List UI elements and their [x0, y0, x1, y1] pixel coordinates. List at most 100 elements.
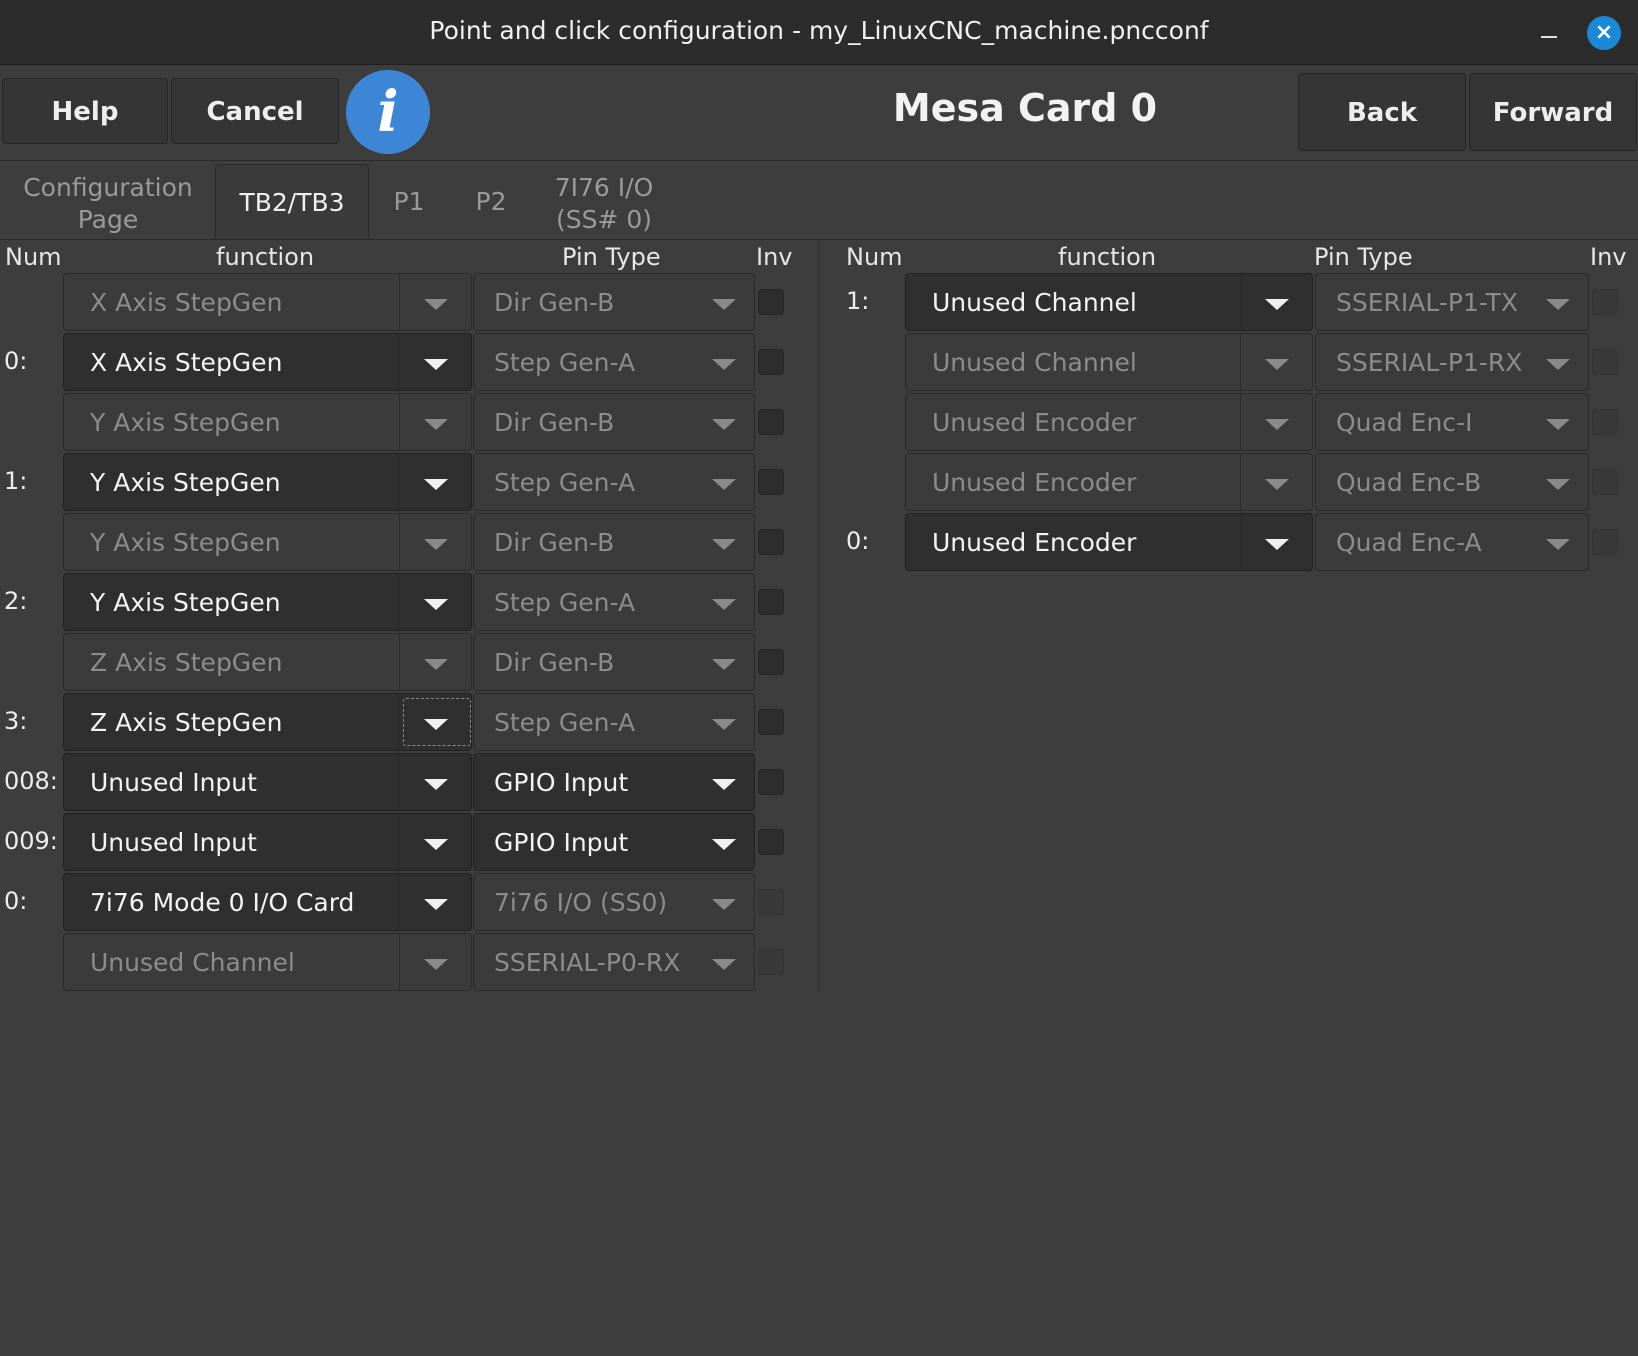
chevron-down-icon[interactable]	[712, 479, 736, 490]
invert-checkbox[interactable]	[758, 589, 784, 615]
tab-p2[interactable]: P2	[460, 164, 522, 239]
pin-type-combobox[interactable]: Dir Gen-B	[473, 273, 755, 331]
chevron-down-icon[interactable]	[712, 839, 736, 850]
chevron-down-icon[interactable]	[1546, 359, 1570, 370]
forward-button[interactable]: Forward	[1469, 73, 1637, 151]
chevron-down-icon[interactable]	[712, 719, 736, 730]
invert-checkbox[interactable]	[758, 709, 784, 735]
pin-type-combobox[interactable]: SSERIAL-P1-RX	[1315, 333, 1589, 391]
chevron-down-icon[interactable]	[712, 599, 736, 610]
pin-type-combobox[interactable]: Step Gen-A	[473, 453, 755, 511]
chevron-down-icon[interactable]	[424, 779, 448, 790]
invert-checkbox[interactable]	[1592, 289, 1618, 315]
invert-checkbox[interactable]	[1592, 469, 1618, 495]
function-combobox[interactable]: Y Axis StepGen	[63, 393, 472, 451]
invert-checkbox[interactable]	[1592, 529, 1618, 555]
chevron-down-icon[interactable]	[1265, 419, 1289, 430]
pin-type-combobox[interactable]: Dir Gen-B	[473, 393, 755, 451]
chevron-down-icon[interactable]	[424, 719, 448, 730]
pin-type-combobox[interactable]: GPIO Input	[473, 753, 755, 811]
pin-type-combobox[interactable]: Quad Enc-B	[1315, 453, 1589, 511]
function-combobox[interactable]: Unused Input	[63, 753, 472, 811]
function-combobox[interactable]: 7i76 Mode 0 I/O Card	[63, 873, 472, 931]
pin-type-combobox[interactable]: SSERIAL-P1-TX	[1315, 273, 1589, 331]
chevron-down-icon[interactable]	[424, 959, 448, 970]
chevron-down-icon[interactable]	[712, 899, 736, 910]
tab-tb2-tb3[interactable]: TB2/TB3	[215, 164, 369, 239]
close-icon[interactable]: ×	[1587, 16, 1621, 50]
pin-type-combobox[interactable]: Dir Gen-B	[473, 513, 755, 571]
function-combobox[interactable]: Z Axis StepGen	[63, 633, 472, 691]
chevron-down-icon[interactable]	[712, 359, 736, 370]
invert-checkbox[interactable]	[758, 889, 784, 915]
invert-checkbox[interactable]	[758, 649, 784, 675]
back-button[interactable]: Back	[1298, 73, 1466, 151]
pin-type-combobox[interactable]: Step Gen-A	[473, 573, 755, 631]
function-combobox[interactable]: Z Axis StepGen	[63, 693, 472, 751]
chevron-down-icon[interactable]	[712, 779, 736, 790]
invert-checkbox[interactable]	[758, 349, 784, 375]
function-combobox[interactable]: Unused Encoder	[905, 513, 1313, 571]
chevron-down-icon[interactable]	[424, 299, 448, 310]
invert-checkbox[interactable]	[758, 409, 784, 435]
chevron-down-icon[interactable]	[1546, 479, 1570, 490]
combo-separator	[399, 394, 400, 450]
pin-type-combobox[interactable]: SSERIAL-P0-RX	[473, 933, 755, 991]
function-combobox[interactable]: Unused Channel	[905, 273, 1313, 331]
chevron-down-icon[interactable]	[712, 959, 736, 970]
invert-checkbox[interactable]	[758, 769, 784, 795]
pin-type-combobox[interactable]: Step Gen-A	[473, 333, 755, 391]
chevron-down-icon[interactable]	[424, 599, 448, 610]
invert-checkbox[interactable]	[1592, 349, 1618, 375]
chevron-down-icon[interactable]	[424, 419, 448, 430]
chevron-down-icon[interactable]	[712, 299, 736, 310]
cancel-button[interactable]: Cancel	[171, 78, 339, 144]
function-combobox[interactable]: Y Axis StepGen	[63, 453, 472, 511]
chevron-down-icon[interactable]	[1546, 419, 1570, 430]
chevron-down-icon[interactable]	[424, 899, 448, 910]
chevron-down-icon[interactable]	[712, 419, 736, 430]
chevron-down-icon[interactable]	[1265, 539, 1289, 550]
chevron-down-icon[interactable]	[1265, 479, 1289, 490]
invert-checkbox[interactable]	[1592, 409, 1618, 435]
chevron-down-icon[interactable]	[1265, 359, 1289, 370]
tab-configuration-page[interactable]: Configuration Page	[8, 164, 208, 239]
invert-checkbox[interactable]	[758, 289, 784, 315]
pin-type-combobox[interactable]: Dir Gen-B	[473, 633, 755, 691]
function-combobox[interactable]: Unused Encoder	[905, 393, 1313, 451]
minimize-icon[interactable]	[1536, 16, 1562, 42]
pin-type-combobox[interactable]: 7i76 I/O (SS0)	[473, 873, 755, 931]
function-combobox[interactable]: X Axis StepGen	[63, 273, 472, 331]
chevron-down-icon[interactable]	[712, 539, 736, 550]
combo-separator	[399, 874, 400, 930]
function-combobox[interactable]: Unused Encoder	[905, 453, 1313, 511]
function-combobox[interactable]: Y Axis StepGen	[63, 513, 472, 571]
chevron-down-icon[interactable]	[424, 839, 448, 850]
chevron-down-icon[interactable]	[424, 539, 448, 550]
invert-checkbox[interactable]	[758, 529, 784, 555]
invert-checkbox[interactable]	[758, 829, 784, 855]
function-combobox[interactable]: Unused Channel	[905, 333, 1313, 391]
pin-type-combobox[interactable]: Step Gen-A	[473, 693, 755, 751]
chevron-down-icon[interactable]	[424, 359, 448, 370]
chevron-down-icon[interactable]	[712, 659, 736, 670]
function-combobox[interactable]: Unused Channel	[63, 933, 472, 991]
function-header: function	[216, 243, 315, 271]
tab-p1[interactable]: P1	[378, 164, 440, 239]
chevron-down-icon[interactable]	[1265, 299, 1289, 310]
invert-checkbox[interactable]	[758, 469, 784, 495]
tab-7i76-io[interactable]: 7I76 I/O (SS# 0)	[545, 164, 663, 239]
invert-checkbox[interactable]	[758, 949, 784, 975]
function-combobox[interactable]: Unused Input	[63, 813, 472, 871]
chevron-down-icon[interactable]	[424, 479, 448, 490]
chevron-down-icon[interactable]	[424, 659, 448, 670]
function-combobox[interactable]: X Axis StepGen	[63, 333, 472, 391]
pin-type-combobox[interactable]: Quad Enc-A	[1315, 513, 1589, 571]
pin-type-value: Step Gen-A	[494, 348, 636, 377]
pin-type-combobox[interactable]: GPIO Input	[473, 813, 755, 871]
function-combobox[interactable]: Y Axis StepGen	[63, 573, 472, 631]
chevron-down-icon[interactable]	[1546, 539, 1570, 550]
help-button[interactable]: Help	[2, 78, 168, 144]
pin-type-combobox[interactable]: Quad Enc-I	[1315, 393, 1589, 451]
chevron-down-icon[interactable]	[1546, 299, 1570, 310]
